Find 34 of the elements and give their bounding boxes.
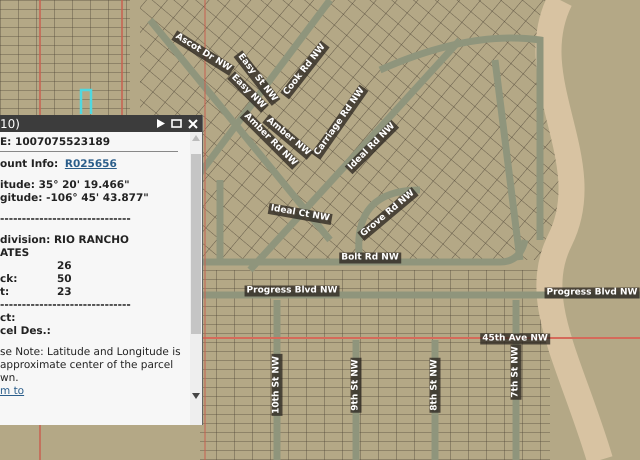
scroll-down-icon[interactable]	[192, 393, 200, 399]
scrollbar[interactable]	[190, 132, 202, 425]
info-text: itude: 35° 20' 19.466"	[0, 179, 131, 192]
info-text: division: RIO RANCHO	[0, 234, 130, 247]
street-label: 9th St NW	[350, 357, 362, 413]
info-value: 26	[57, 260, 72, 273]
info-text: ct:	[0, 312, 16, 325]
note-text: se Note: Latitude and Longitude is approximate center of the parcel wn.	[0, 346, 182, 385]
street-label: Bolt Rd NW	[339, 252, 401, 264]
info-text: E: 1007075523189	[0, 136, 112, 149]
info-text: ATES	[0, 247, 30, 260]
street-label: Progress Blvd NW	[244, 286, 340, 296]
info-value: 23	[57, 286, 72, 299]
info-text: cel Des.:	[0, 325, 52, 338]
scroll-thumb[interactable]	[191, 154, 201, 334]
maximize-icon[interactable]	[171, 119, 182, 128]
street-label: 8th St NW	[430, 357, 440, 413]
info-label: ck:	[0, 273, 18, 286]
info-text: gitude: -106° 45' 43.877"	[0, 192, 150, 205]
zoom-link[interactable]: m to	[0, 385, 24, 397]
popup-title: 10)	[0, 116, 21, 130]
next-icon[interactable]	[157, 119, 165, 128]
street-label: 45th Ave NW	[480, 334, 550, 344]
account-link[interactable]: R025656	[64, 158, 117, 171]
street-label: 10th St NW	[272, 354, 282, 416]
info-text: ------------------------------	[0, 213, 132, 226]
parcel-highlight-icon	[79, 88, 93, 114]
info-label: ount Info:	[0, 158, 60, 171]
info-text: ------------------------------	[0, 299, 132, 312]
street-label: 7th St NW	[510, 344, 522, 400]
close-icon[interactable]	[188, 118, 198, 128]
info-label: t:	[0, 286, 10, 299]
street-label: Progress Blvd NW	[544, 288, 640, 298]
info-value: 50	[57, 273, 72, 286]
